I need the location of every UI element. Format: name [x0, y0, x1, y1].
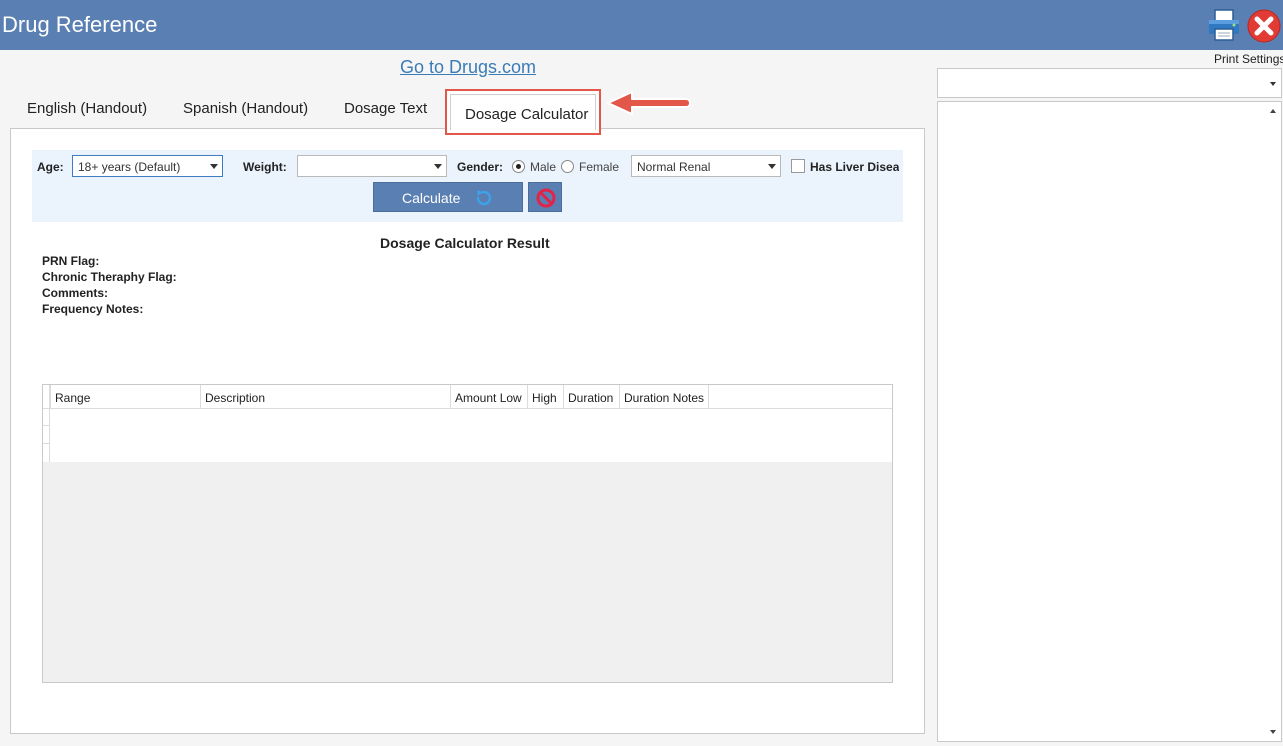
gender-female-radio[interactable] [561, 160, 574, 173]
row-header[interactable] [43, 409, 50, 426]
print-settings-select[interactable] [937, 68, 1282, 98]
age-value: 18+ years (Default) [78, 160, 181, 174]
row-header[interactable] [43, 426, 50, 444]
refresh-icon [476, 190, 492, 206]
result-title: Dosage Calculator Result [380, 235, 550, 251]
tab-dosage-calculator-highlight[interactable]: Dosage Calculator [445, 89, 601, 135]
annotation-arrow-icon [607, 91, 691, 115]
column-header-amount-low[interactable]: Amount Low [450, 385, 527, 409]
age-label: Age: [37, 160, 64, 174]
gender-male-label[interactable]: Male [530, 160, 556, 174]
preview-pane[interactable] [937, 101, 1282, 742]
liver-disease-label[interactable]: Has Liver Diseas [810, 160, 899, 174]
tab-spanish-handout[interactable]: Spanish (Handout) [183, 100, 308, 117]
chevron-down-icon [768, 164, 776, 169]
dosage-grid[interactable]: Range Description Amount Low High Durati… [42, 384, 893, 683]
drugs-com-link[interactable]: Go to Drugs.com [400, 57, 536, 78]
window-title: Drug Reference [2, 12, 158, 37]
chevron-down-icon [434, 164, 442, 169]
prn-flag-label: PRN Flag: [42, 254, 100, 268]
title-bar: Drug Reference [0, 0, 1283, 50]
column-header-high[interactable]: High [527, 385, 563, 409]
chronic-therapy-flag-label: Chronic Theraphy Flag: [42, 270, 177, 284]
renal-value: Normal Renal [637, 160, 711, 174]
liver-disease-checkbox[interactable] [791, 159, 805, 173]
tab-dosage-calculator-label: Dosage Calculator [465, 106, 589, 123]
column-header-range[interactable]: Range [50, 385, 200, 409]
chevron-down-icon [1270, 82, 1276, 86]
column-header-description[interactable]: Description [200, 385, 450, 409]
close-icon[interactable] [1247, 9, 1281, 43]
tab-english-handout[interactable]: English (Handout) [27, 100, 147, 117]
weight-select[interactable] [297, 155, 447, 177]
row-header-corner [43, 385, 50, 409]
printer-icon[interactable] [1206, 7, 1242, 43]
chevron-down-icon [210, 164, 218, 169]
column-header-duration[interactable]: Duration [563, 385, 619, 409]
grid-header: Range Description Amount Low High Durati… [43, 385, 892, 409]
weight-label: Weight: [243, 160, 287, 174]
row-header[interactable] [43, 444, 50, 462]
cancel-icon [536, 188, 556, 208]
gender-female-label[interactable]: Female [579, 160, 619, 174]
print-settings-label[interactable]: Print Settings [1214, 52, 1283, 66]
scroll-down-icon[interactable] [1267, 726, 1279, 738]
frequency-notes-label: Frequency Notes: [42, 302, 144, 316]
tab-dosage-text[interactable]: Dosage Text [344, 100, 427, 117]
gender-male-radio[interactable] [512, 160, 525, 173]
comments-label: Comments: [42, 286, 109, 300]
scroll-up-icon[interactable] [1267, 105, 1279, 117]
calculate-button[interactable]: Calculate [373, 182, 523, 212]
age-select[interactable]: 18+ years (Default) [72, 155, 223, 177]
column-header-duration-notes[interactable]: Duration Notes [619, 385, 709, 409]
grid-body[interactable] [43, 409, 892, 462]
gender-label: Gender: [457, 160, 504, 174]
calculate-button-label: Calculate [402, 190, 461, 206]
clear-button[interactable] [528, 182, 562, 212]
tab-dosage-calculator[interactable]: Dosage Calculator [450, 94, 596, 130]
renal-select[interactable]: Normal Renal [631, 155, 781, 177]
